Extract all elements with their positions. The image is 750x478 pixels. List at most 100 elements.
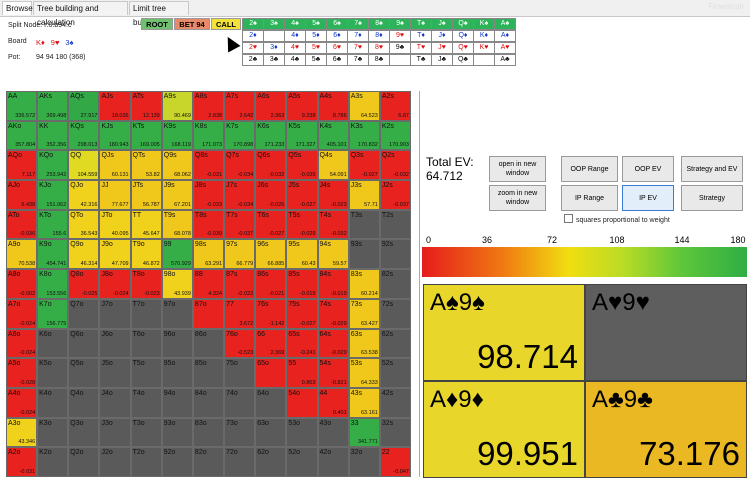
hand-cell[interactable]: 87s -0.022 [224,269,256,299]
card-picker-cell[interactable]: J♣ [431,54,453,66]
node-bet-button[interactable]: BET 94 [174,18,210,30]
hand-cell[interactable]: KTo 155.6 [37,209,69,240]
card-picker-cell[interactable]: 7♥ [347,42,369,54]
hand-cell[interactable]: Q7s -0.034 [224,150,256,181]
hand-cell[interactable]: 32o [348,447,380,477]
oop-range-button[interactable]: OOP Range [561,156,618,182]
hand-cell[interactable]: 96o [161,328,193,359]
hand-cell[interactable]: 43s 63.161 [348,387,380,418]
hand-cell[interactable]: K9s 168.119 [161,120,193,151]
hand-cell[interactable]: J9o 47.709 [99,239,131,270]
card-picker-cell[interactable] [473,54,495,66]
hand-cell[interactable]: 66 2.369 [255,328,287,359]
hand-cell[interactable]: 72s [379,298,411,329]
card-picker-cell[interactable]: 5♣ [305,54,327,66]
hand-cell[interactable]: J2s -0.037 [379,180,411,210]
hand-cell[interactable]: 65s -0.241 [286,328,318,359]
hand-cell[interactable]: A6o -0.024 [6,328,38,359]
card-picker-cell[interactable]: A♣ [494,54,516,66]
hand-cell[interactable]: 93s [348,239,380,270]
hand-cell[interactable]: 63o [255,417,287,448]
combo-square[interactable]: A♠9♠ 98.714 [423,284,585,381]
hand-cell[interactable]: K7s 170.898 [224,120,256,151]
ip-range-button[interactable]: IP Range [561,185,618,211]
hand-cell[interactable]: K5s 171.327 [286,120,318,151]
card-picker-cell[interactable]: 5♥ [305,42,327,54]
card-picker-cell[interactable]: T♣ [410,54,432,66]
hand-cell[interactable]: J7s -0.034 [224,180,256,210]
tab-limit-tree[interactable]: Limit tree building [129,1,189,27]
card-picker-cell[interactable]: 8♥ [368,42,390,54]
hand-cell[interactable]: 84o [192,387,225,418]
hand-cell[interactable]: 72o [224,447,256,477]
card-picker-cell[interactable]: 6♥ [326,42,348,54]
card-picker-cell[interactable]: 3♦ [263,42,285,54]
hand-cell[interactable]: 73o [224,417,256,448]
card-picker-cell[interactable]: 2♣ [242,54,264,66]
hand-cell[interactable]: 65o [255,358,287,388]
card-picker-cell[interactable]: A♥ [494,42,516,54]
hand-cell[interactable]: T9o 46.872 [130,239,162,270]
hand-cell[interactable]: Q6o [68,328,100,359]
hand-cell[interactable]: 93o [161,417,193,448]
hand-cell[interactable]: J4o [99,387,131,418]
hand-cell[interactable]: T4o [130,387,162,418]
card-picker-cell[interactable]: 8♠ [368,18,390,30]
card-picker-cell[interactable]: 6♣ [326,54,348,66]
hand-cell[interactable]: Q3o [68,417,100,448]
hand-cell[interactable]: A9o 70.538 [6,239,38,270]
hand-cell[interactable]: 94s 59.57 [317,239,349,270]
hand-cell[interactable]: QTo 36.543 [68,209,100,240]
hand-cell[interactable]: 96s 66.885 [255,239,287,270]
hand-cell[interactable]: AJs 18.036 [99,91,131,121]
hand-cell[interactable]: 85o [192,358,225,388]
hand-cell[interactable]: J6o [99,328,131,359]
hand-cell[interactable]: T8o -0.023 [130,269,162,299]
hand-cell[interactable]: J4s -0.023 [317,180,349,210]
hand-cell[interactable]: A5s 9.238 [286,91,318,121]
hand-cell[interactable]: QTs 53.82 [130,150,162,181]
hand-cell[interactable]: 92o [161,447,193,477]
hand-cell[interactable]: 94o [161,387,193,418]
hand-cell[interactable]: KQs 298.013 [68,120,100,151]
card-picker-cell[interactable]: K♠ [473,18,495,30]
hand-cell[interactable]: J2o [99,447,131,477]
card-picker-cell[interactable]: 3♣ [263,54,285,66]
hand-cell[interactable]: A6s 2.363 [255,91,287,121]
hand-cell[interactable]: 85s -0.019 [286,269,318,299]
card-picker-cell[interactable]: 3♠ [263,18,285,30]
hand-cell[interactable]: 77 3.672 [224,298,256,329]
hand-cell[interactable]: 62o [255,447,287,477]
card-picker-cell[interactable]: 4♣ [284,54,306,66]
card-picker-cell[interactable]: A♠ [494,18,516,30]
hand-cell[interactable]: KK 352.356 [37,120,69,151]
hand-cell[interactable]: T2o [130,447,162,477]
hand-cell[interactable]: 84s -0.019 [317,269,349,299]
hand-cell[interactable]: 54s -0.821 [317,358,349,388]
open-new-window-button[interactable]: open in new window [489,156,546,182]
hand-cell[interactable]: 87o [192,298,225,329]
hand-cell[interactable]: J3o [99,417,131,448]
hand-cell[interactable]: T4s -0.032 [317,209,349,240]
hand-cell[interactable]: KTs 169.005 [130,120,162,151]
card-picker-cell[interactable]: Q♦ [452,30,474,42]
card-picker-cell[interactable]: 4♦ [284,30,306,42]
card-picker-cell[interactable]: 5♠ [305,18,327,30]
hand-cell[interactable]: T9s 68.078 [161,209,193,240]
hand-cell[interactable]: 83s 60.214 [348,269,380,299]
hand-cell[interactable]: 54o [286,387,318,418]
card-picker-cell[interactable]: 7♠ [347,18,369,30]
hand-cell[interactable]: J8o -0.024 [99,269,131,299]
hand-cell[interactable]: 82o [192,447,225,477]
card-picker-cell[interactable]: 7♦ [347,30,369,42]
hand-cell[interactable]: 92s [379,239,411,270]
hand-cell[interactable]: K6o [37,328,69,359]
hand-cell[interactable]: KQo 253.942 [37,150,69,181]
hand-cell[interactable]: 74o [224,387,256,418]
hand-cell[interactable]: 95s 60.43 [286,239,318,270]
card-picker-cell[interactable]: T♥ [410,42,432,54]
hand-cell[interactable]: J9s 67.201 [161,180,193,210]
hand-cell[interactable]: K2o [37,447,69,477]
hand-cell[interactable]: J7o [99,298,131,329]
card-picker-cell[interactable]: Q♥ [452,42,474,54]
